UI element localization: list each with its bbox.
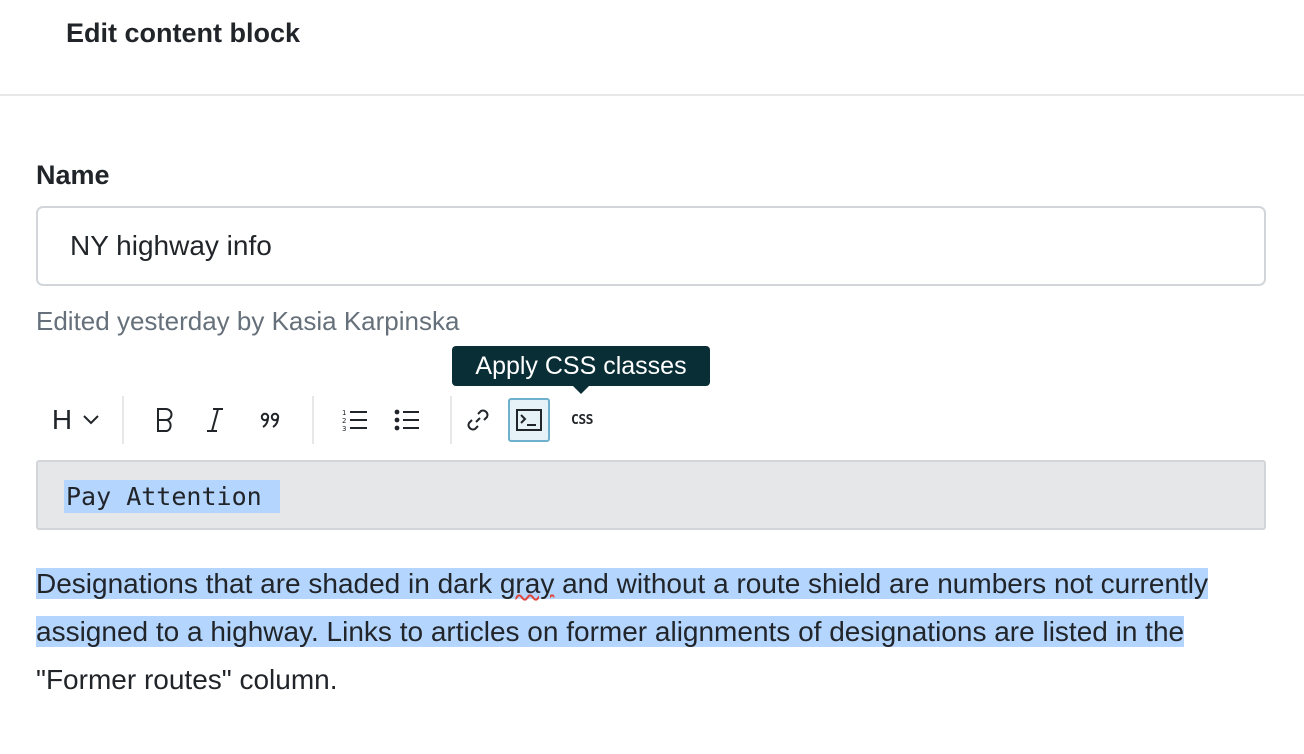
tooltip: Apply CSS classes bbox=[452, 346, 710, 394]
editor-toolbar: H 1 2 3 CSS bbox=[36, 396, 636, 446]
css-classes-button[interactable]: CSS bbox=[561, 398, 603, 442]
code-block-button[interactable] bbox=[508, 398, 550, 442]
page-title: Edit content block bbox=[66, 18, 301, 48]
heading-dropdown-button[interactable]: H bbox=[40, 398, 112, 442]
css-classes-icon: CSS bbox=[571, 412, 593, 428]
svg-text:2: 2 bbox=[342, 417, 346, 425]
toolbar-divider bbox=[312, 396, 314, 444]
editor-paragraph[interactable]: Designations that are shaded in dark gra… bbox=[36, 560, 1286, 704]
blockquote-icon bbox=[260, 412, 280, 428]
paragraph-text: "Former routes" column. bbox=[36, 664, 338, 695]
link-button[interactable] bbox=[457, 398, 499, 442]
name-label: Name bbox=[36, 160, 110, 190]
bold-icon bbox=[157, 408, 173, 432]
svg-text:3: 3 bbox=[342, 425, 346, 432]
svg-text:1: 1 bbox=[342, 409, 346, 417]
toolbar-divider bbox=[450, 396, 452, 444]
bulleted-list-button[interactable] bbox=[386, 398, 428, 442]
edited-meta: Edited yesterday by Kasia Karpinska bbox=[36, 306, 460, 336]
selected-text: Designations that are shaded in dark gra… bbox=[36, 568, 1209, 647]
toolbar-divider bbox=[122, 396, 124, 444]
name-input[interactable] bbox=[36, 206, 1266, 286]
code-text: Pay Attention bbox=[64, 480, 280, 513]
link-icon bbox=[467, 409, 489, 431]
italic-icon bbox=[207, 408, 223, 432]
bulleted-list-icon bbox=[394, 409, 419, 431]
ordered-list-icon: 1 2 3 bbox=[342, 409, 367, 432]
paragraph-text: Designations that are shaded in dark bbox=[36, 568, 500, 599]
code-block-icon bbox=[516, 409, 542, 431]
italic-button[interactable] bbox=[194, 398, 236, 442]
code-block[interactable]: Pay Attention bbox=[36, 460, 1266, 530]
blockquote-button[interactable] bbox=[250, 398, 292, 442]
ordered-list-button[interactable]: 1 2 3 bbox=[334, 398, 376, 442]
modal-header: Edit content block bbox=[0, 0, 1304, 96]
bold-button[interactable] bbox=[144, 398, 186, 442]
misspelled-word: gray bbox=[499, 568, 555, 599]
heading-icon: H bbox=[51, 404, 73, 435]
chevron-down-icon bbox=[83, 415, 99, 425]
